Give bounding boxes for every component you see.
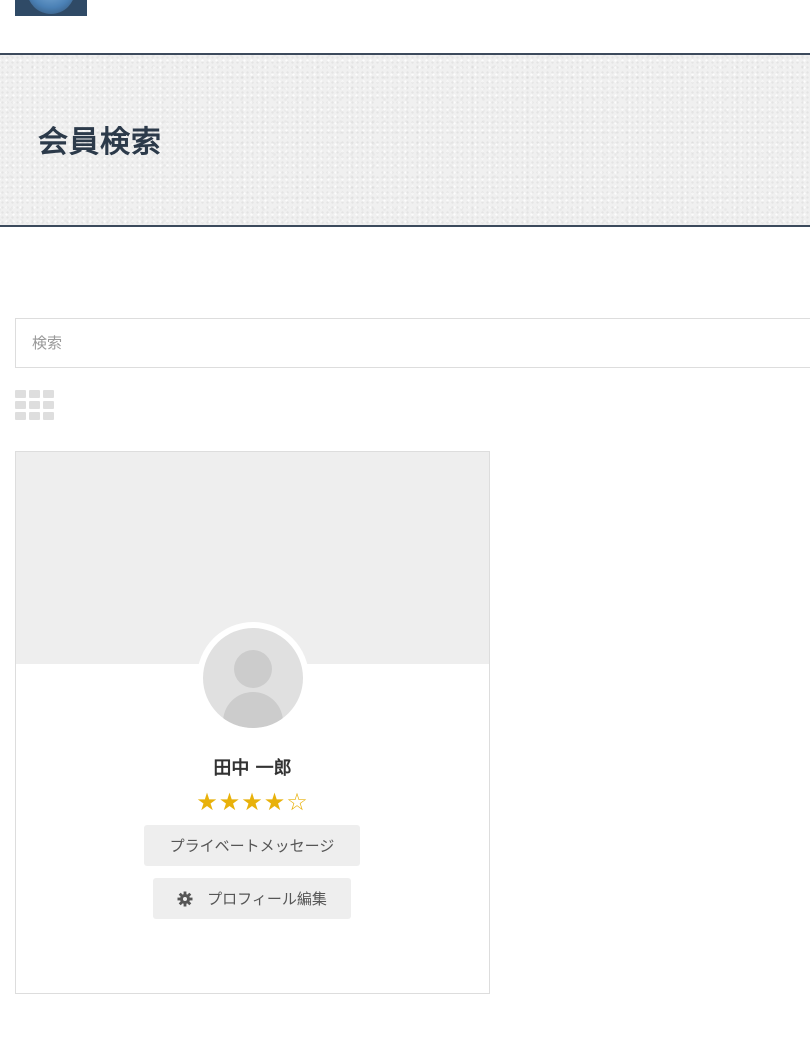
star-filled-icon: ★: [218, 788, 242, 816]
search-input[interactable]: [15, 318, 810, 368]
site-logo[interactable]: [15, 0, 87, 16]
edit-profile-label: プロフィール編集: [207, 890, 327, 908]
star-empty-icon: ☆: [286, 788, 309, 816]
star-rating: ★★★★☆: [16, 788, 489, 816]
edit-profile-button[interactable]: プロフィール編集: [153, 878, 351, 919]
member-name[interactable]: 田中 一郎: [16, 754, 489, 780]
gear-icon: [177, 891, 193, 906]
user-silhouette-icon: [203, 628, 303, 728]
star-filled-icon: ★: [196, 788, 219, 816]
page: 会員検索 田中 一郎 ★★★★☆ プライベートメッセージ: [0, 0, 810, 1057]
star-filled-icon: ★: [263, 788, 287, 816]
page-title: 会員検索: [38, 125, 162, 160]
avatar[interactable]: [197, 622, 309, 734]
member-card: 田中 一郎 ★★★★☆ プライベートメッセージ プロフィール編集: [15, 451, 490, 994]
star-filled-icon: ★: [241, 788, 264, 816]
private-message-button[interactable]: プライベートメッセージ: [144, 825, 360, 866]
title-banner: 会員検索: [0, 53, 810, 227]
grid-icon[interactable]: [15, 390, 54, 420]
private-message-label: プライベートメッセージ: [169, 837, 335, 855]
